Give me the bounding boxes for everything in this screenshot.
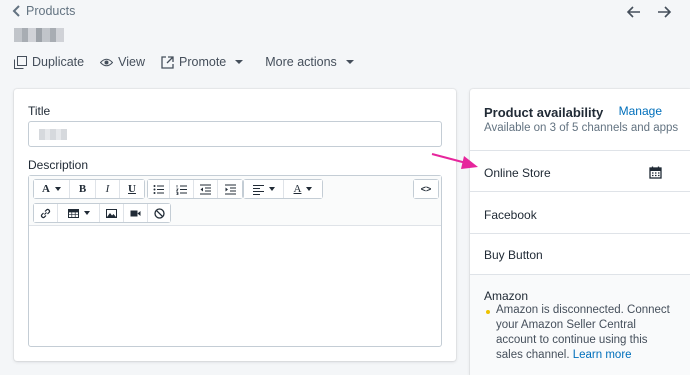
list-group xyxy=(147,179,243,199)
font-style-label: A xyxy=(42,183,50,195)
italic-button[interactable]: I xyxy=(96,180,120,198)
bold-button[interactable]: B xyxy=(70,180,96,198)
caret-down-icon xyxy=(54,187,61,191)
more-actions-label: More actions xyxy=(265,55,337,69)
amazon-status-message: Amazon is disconnected. Connect your Ama… xyxy=(496,303,676,363)
title-label: Title xyxy=(28,104,51,118)
table-dropdown[interactable] xyxy=(58,204,100,222)
action-bar: Duplicate View Promote More actions xyxy=(14,55,354,69)
view-button[interactable]: View xyxy=(100,55,145,69)
title-input[interactable] xyxy=(28,121,442,147)
warning-dot-icon xyxy=(486,310,490,314)
text-color-dropdown[interactable]: A xyxy=(284,180,322,198)
format-group: A B I U xyxy=(33,179,145,199)
channel-label: Facebook xyxy=(484,208,537,222)
annotation-arrow-icon xyxy=(431,153,478,169)
duplicate-icon xyxy=(14,55,27,69)
link-icon xyxy=(40,208,51,218)
clear-formatting-icon xyxy=(153,207,165,219)
manage-link[interactable]: Manage xyxy=(619,104,662,118)
promote-button[interactable]: Promote xyxy=(161,55,244,69)
description-editor: A B I U A <> xyxy=(28,175,442,347)
editor-content-area[interactable] xyxy=(29,226,441,346)
channel-buy-button: Buy Button xyxy=(470,233,690,274)
channel-online-store: Online Store xyxy=(470,150,690,191)
product-availability-card: Product availability Manage Available on… xyxy=(470,89,690,375)
caret-down-icon xyxy=(268,187,275,191)
description-label: Description xyxy=(28,158,89,172)
alignment-color-group: A xyxy=(243,179,323,199)
caret-down-icon xyxy=(235,60,244,64)
underline-button[interactable]: U xyxy=(120,180,144,198)
show-html-button[interactable]: <> xyxy=(414,180,438,198)
table-icon xyxy=(67,208,79,218)
indent-icon xyxy=(224,184,236,194)
learn-more-link[interactable]: Learn more xyxy=(573,349,632,361)
caret-down-icon xyxy=(306,187,313,191)
duplicate-label: Duplicate xyxy=(32,55,85,69)
external-link-icon xyxy=(161,55,174,69)
channel-amazon: Amazon Amazon is disconnected. Connect y… xyxy=(470,274,690,375)
insert-group xyxy=(33,203,171,223)
title-value-redacted xyxy=(39,129,67,140)
align-left-icon xyxy=(252,184,264,195)
calendar-icon[interactable] xyxy=(649,166,662,179)
more-actions-button[interactable]: More actions xyxy=(265,55,354,69)
numbered-list-button[interactable] xyxy=(170,180,194,198)
promote-label: Promote xyxy=(179,55,227,69)
numbered-list-icon xyxy=(176,184,187,195)
indent-button[interactable] xyxy=(218,180,242,198)
link-button[interactable] xyxy=(34,204,58,222)
channel-label: Online Store xyxy=(484,166,551,180)
insert-image-button[interactable] xyxy=(100,204,124,222)
arrow-right-icon xyxy=(658,6,672,18)
alignment-dropdown[interactable] xyxy=(244,180,284,198)
breadcrumb-label[interactable]: Products xyxy=(26,4,75,18)
editor-toolbar: A B I U A <> xyxy=(29,176,441,226)
eye-icon xyxy=(100,58,114,66)
arrow-left-icon xyxy=(626,6,640,18)
outdent-icon xyxy=(200,184,211,194)
image-icon xyxy=(106,208,117,218)
insert-video-button[interactable] xyxy=(124,204,148,222)
outdent-button[interactable] xyxy=(194,180,218,198)
clear-formatting-button[interactable] xyxy=(148,204,170,222)
product-details-card: Title Description A B I U A <> xyxy=(14,89,456,361)
channel-label: Buy Button xyxy=(484,248,543,262)
bulleted-list-button[interactable] xyxy=(148,180,170,198)
amazon-label: Amazon xyxy=(484,289,529,303)
chevron-left-icon xyxy=(12,5,20,17)
video-camera-icon xyxy=(130,210,141,216)
availability-heading: Product availability xyxy=(484,105,604,120)
view-label: View xyxy=(118,55,145,69)
bulleted-list-icon xyxy=(153,184,164,194)
next-button[interactable] xyxy=(656,4,672,20)
pagination xyxy=(626,4,672,20)
caret-down-icon xyxy=(345,60,354,64)
previous-button[interactable] xyxy=(626,4,642,20)
font-style-dropdown[interactable]: A xyxy=(34,180,70,198)
product-title-redacted xyxy=(14,28,64,42)
availability-summary: Available on 3 of 5 channels and apps xyxy=(484,122,679,134)
text-color-label: A xyxy=(293,183,302,195)
source-group: <> xyxy=(413,179,439,199)
caret-down-icon xyxy=(83,211,90,215)
breadcrumb[interactable]: Products xyxy=(12,4,75,18)
channel-facebook: Facebook xyxy=(470,191,690,233)
duplicate-button[interactable]: Duplicate xyxy=(14,55,84,69)
